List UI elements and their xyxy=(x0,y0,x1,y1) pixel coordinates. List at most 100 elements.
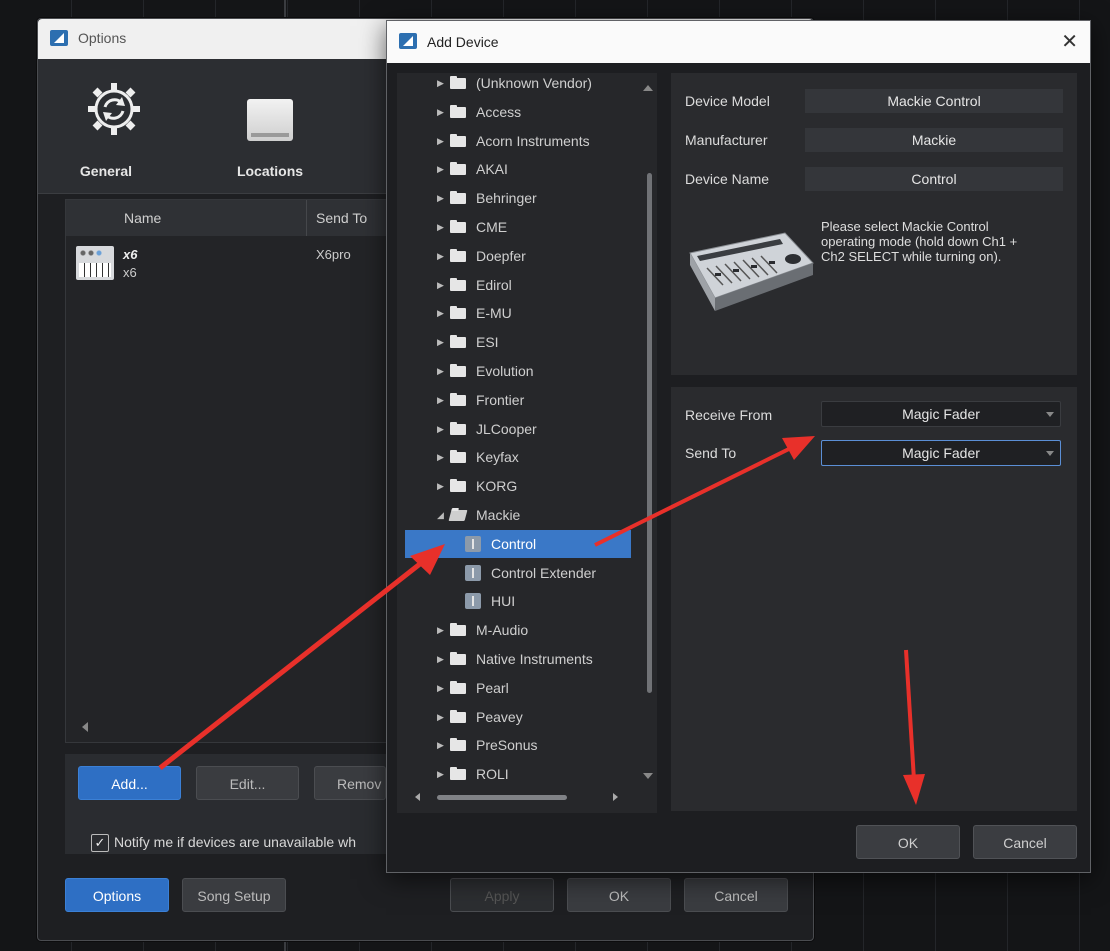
apply-button[interactable]: Apply xyxy=(450,878,554,912)
tab-general[interactable]: General xyxy=(46,59,166,193)
add-device-dialog: Add Device ✕ ▶ (Unknown Vendor) ▶ Access ▶ Ac… xyxy=(386,20,1091,873)
options-cancel-button[interactable]: Cancel xyxy=(684,878,788,912)
tree-vendor-item[interactable]: ◢ Mackie xyxy=(397,501,639,529)
column-separator xyxy=(306,200,307,236)
edit-device-button[interactable]: Edit... xyxy=(196,766,299,800)
tree-vertical-scrollbar[interactable] xyxy=(647,173,652,693)
expand-right-icon[interactable]: ▶ xyxy=(437,155,444,183)
tree-horizontal-scrollbar[interactable] xyxy=(437,795,567,800)
column-header-send-to[interactable]: Send To xyxy=(316,210,367,226)
expand-right-icon[interactable]: ▶ xyxy=(437,213,444,241)
tree-device-item[interactable]: HUI xyxy=(397,587,639,615)
close-icon[interactable]: ✕ xyxy=(1061,29,1078,54)
tree-vendor-item[interactable]: ▶ ESI xyxy=(397,328,639,356)
tab-locations[interactable]: Locations xyxy=(210,59,330,193)
tree-vendor-item[interactable]: ▶ M-Audio xyxy=(397,616,639,644)
tree-vendor-item[interactable]: ▶ Evolution xyxy=(397,357,639,385)
tree-vendor-item[interactable]: ▶ E-MU xyxy=(397,299,639,327)
tree-vendor-item[interactable]: ▶ CME xyxy=(397,213,639,241)
disk-icon xyxy=(247,99,293,141)
tree-item-label: AKAI xyxy=(476,161,508,178)
expand-right-icon[interactable]: ▶ xyxy=(437,472,444,500)
expand-right-icon[interactable]: ▶ xyxy=(437,415,444,443)
folder-icon xyxy=(450,191,466,205)
tree-device-item-selected[interactable]: Control xyxy=(405,529,631,558)
folder-icon xyxy=(450,623,466,637)
tree-item-label: E-MU xyxy=(476,305,512,322)
tree-vendor-item[interactable]: ▶ Pearl xyxy=(397,674,639,702)
cancel-button[interactable]: Cancel xyxy=(973,825,1077,859)
expand-right-icon[interactable]: ▶ xyxy=(437,98,444,126)
fader-device-icon xyxy=(465,564,481,581)
tree-device-item[interactable]: Control Extender xyxy=(397,559,639,587)
tree-vendor-item[interactable]: ▶ Native Instruments xyxy=(397,645,639,673)
expand-right-icon[interactable]: ▶ xyxy=(437,328,444,356)
device-list-header: Name Send To xyxy=(66,200,396,236)
expand-right-icon[interactable]: ▶ xyxy=(437,184,444,212)
tree-vendor-item[interactable]: ▶ ROLI xyxy=(397,760,639,788)
tree-item-label: KORG xyxy=(476,478,518,495)
tree-vendor-item[interactable]: ▶ AKAI xyxy=(397,155,639,183)
expand-right-icon[interactable]: ▶ xyxy=(437,299,444,327)
folder-icon xyxy=(450,450,466,464)
folder-icon xyxy=(450,479,466,493)
expand-right-icon[interactable]: ▶ xyxy=(437,242,444,270)
scroll-down-arrow-icon[interactable] xyxy=(643,773,653,779)
tree-vendor-item[interactable]: ▶ Behringer xyxy=(397,184,639,212)
scroll-up-arrow-icon[interactable] xyxy=(643,85,653,91)
tree-item-label: JLCooper xyxy=(476,420,537,437)
notify-label: Notify me if devices are unavailable wh xyxy=(114,834,357,850)
expand-right-icon[interactable]: ▶ xyxy=(437,73,444,97)
device-row[interactable]: x6 x6 X6pro xyxy=(66,240,396,284)
scroll-right-arrow-icon[interactable] xyxy=(613,793,618,801)
add-device-button[interactable]: Add... xyxy=(78,766,181,800)
send-to-label: Send To xyxy=(685,445,737,461)
expand-right-icon[interactable]: ▶ xyxy=(437,674,444,702)
tree-item-label: M-Audio xyxy=(476,622,529,639)
folder-icon xyxy=(450,680,466,694)
add-device-titlebar[interactable]: Add Device ✕ xyxy=(387,21,1090,63)
expand-right-icon[interactable]: ▶ xyxy=(437,386,444,414)
expand-right-icon[interactable]: ▶ xyxy=(437,616,444,644)
tree-vendor-item[interactable]: ▶ Keyfax xyxy=(397,443,639,471)
expand-right-icon[interactable]: ▶ xyxy=(437,760,444,788)
expand-right-icon[interactable]: ▶ xyxy=(437,703,444,731)
tree-vendor-item[interactable]: ▶ Frontier xyxy=(397,386,639,414)
expand-right-icon[interactable]: ▶ xyxy=(437,271,444,299)
notify-checkbox[interactable]: ✓ xyxy=(91,834,109,852)
options-button[interactable]: Options xyxy=(65,878,169,912)
tree-vendor-item[interactable]: ▶ JLCooper xyxy=(397,415,639,443)
tree-vendor-item[interactable]: ▶ PreSonus xyxy=(397,731,639,759)
expand-right-icon[interactable]: ▶ xyxy=(437,731,444,759)
expand-right-icon[interactable]: ▶ xyxy=(437,357,444,385)
tree-item-label: Control Extender xyxy=(491,564,597,581)
remove-device-button[interactable]: Remov xyxy=(314,766,386,800)
device-name-field[interactable]: Control xyxy=(805,167,1063,191)
tree-vendor-item[interactable]: ▶ (Unknown Vendor) xyxy=(397,73,639,97)
receive-from-select[interactable]: Magic Fader xyxy=(821,401,1061,427)
tree-vendor-item[interactable]: ▶ Peavey xyxy=(397,703,639,731)
options-title: Options xyxy=(78,30,127,46)
expand-right-icon[interactable]: ▶ xyxy=(437,645,444,673)
options-ok-button[interactable]: OK xyxy=(567,878,671,912)
scroll-left-arrow-icon[interactable] xyxy=(415,793,420,801)
ok-button[interactable]: OK xyxy=(856,825,960,859)
send-to-select[interactable]: Magic Fader xyxy=(821,440,1061,466)
tree-vendor-item[interactable]: ▶ Doepfer xyxy=(397,242,639,270)
device-info-panel: Device Model Mackie Control Manufacturer… xyxy=(671,73,1077,375)
column-header-name[interactable]: Name xyxy=(124,210,161,226)
tree-item-label: ESI xyxy=(476,334,499,351)
tree-vendor-item[interactable]: ▶ Acorn Instruments xyxy=(397,127,639,155)
tree-vendor-item[interactable]: ▶ Edirol xyxy=(397,271,639,299)
folder-icon xyxy=(450,277,466,291)
tree-vendor-item[interactable]: ▶ Access xyxy=(397,98,639,126)
manufacturer-value: Mackie xyxy=(805,128,1063,152)
expand-right-icon[interactable]: ▶ xyxy=(437,443,444,471)
folder-icon xyxy=(450,162,466,176)
song-setup-button[interactable]: Song Setup xyxy=(182,878,286,912)
tree-vendor-item[interactable]: ▶ KORG xyxy=(397,472,639,500)
expand-down-icon[interactable]: ◢ xyxy=(437,501,444,529)
expand-right-icon[interactable]: ▶ xyxy=(437,127,444,155)
device-name: x6 xyxy=(123,247,138,262)
scroll-left-arrow-icon[interactable] xyxy=(82,722,88,732)
